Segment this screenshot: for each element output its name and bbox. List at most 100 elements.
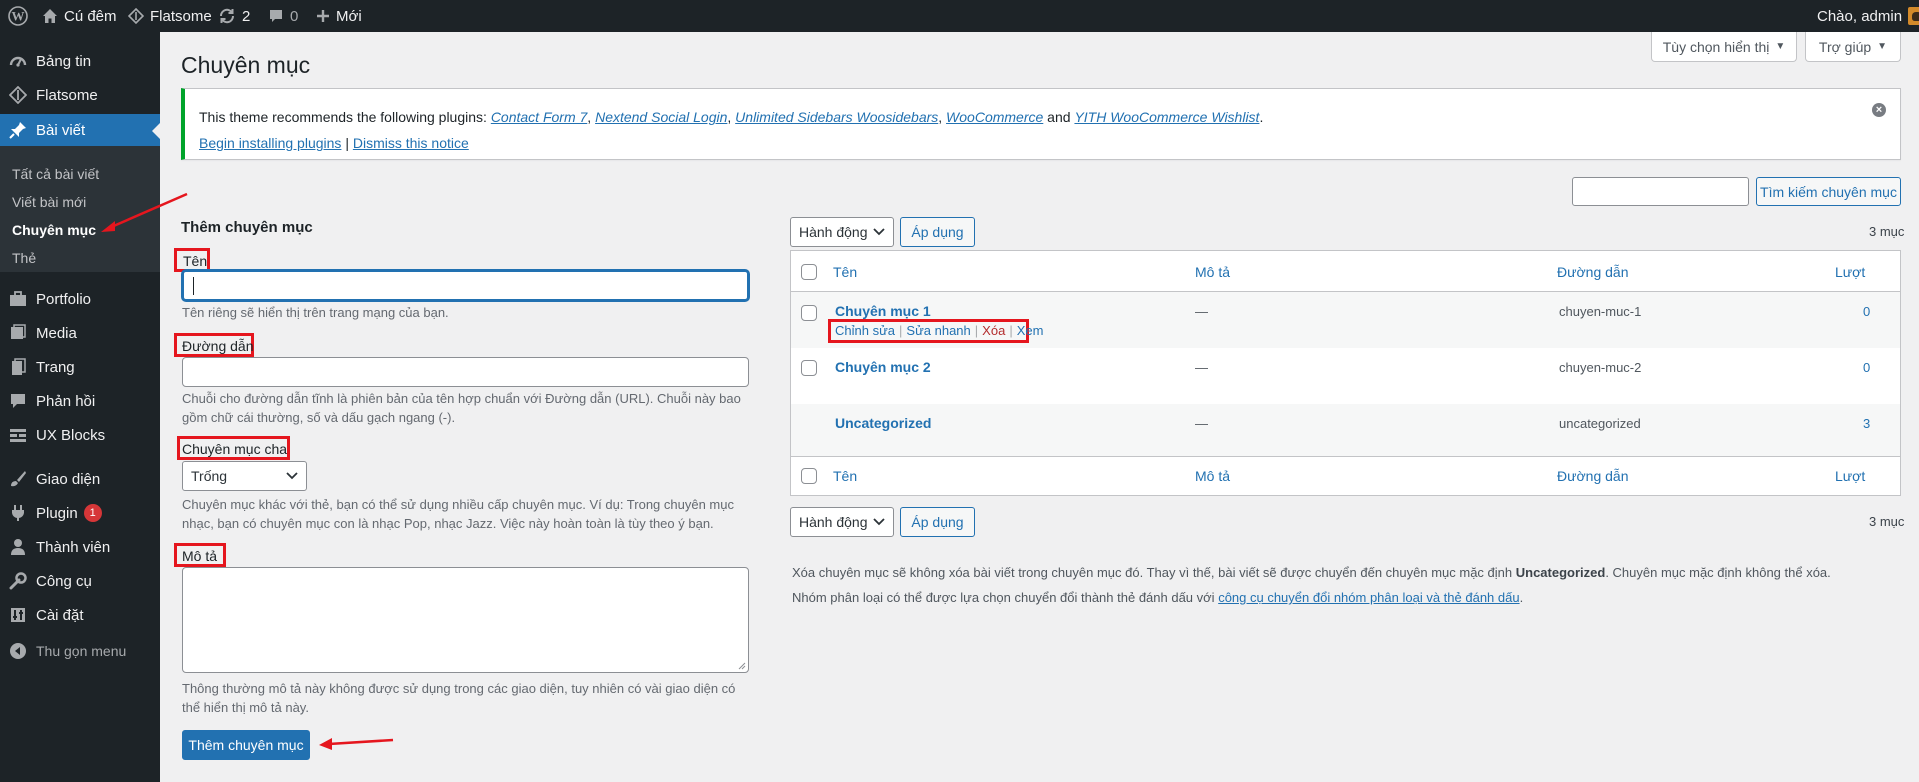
resize-handle-icon[interactable] xyxy=(738,662,746,670)
plugin-link[interactable]: Nextend Social Login xyxy=(595,109,727,125)
column-count[interactable]: Lượt xyxy=(1835,264,1865,280)
site-name-link[interactable]: Cú đêm xyxy=(42,0,117,32)
row-title-link[interactable]: Chuyên mục 2 xyxy=(835,359,931,375)
row-count-link[interactable]: 0 xyxy=(1863,360,1870,375)
search-categories-button[interactable]: Tìm kiếm chuyên mục xyxy=(1756,177,1901,206)
menu-pages[interactable]: Trang xyxy=(0,350,160,384)
annotation-arrow-submit xyxy=(319,738,394,750)
bulk-action-select-top[interactable]: Hành động xyxy=(790,217,894,247)
column-description[interactable]: Mô tả xyxy=(1195,264,1230,280)
plugin-notice: This theme recommends the following plug… xyxy=(181,88,1901,160)
edit-link[interactable]: Chỉnh sửa xyxy=(835,323,895,338)
updates-link[interactable]: 2 xyxy=(218,0,250,32)
column-slug[interactable]: Đường dẫn xyxy=(1557,468,1628,484)
avatar xyxy=(1908,7,1919,25)
comments-link[interactable]: 0 xyxy=(268,0,298,32)
screen-options-button[interactable]: Tùy chọn hiển thị ▼ xyxy=(1651,32,1797,62)
comment-icon xyxy=(11,394,25,408)
add-category-button[interactable]: Thêm chuyên mục xyxy=(182,730,310,760)
table-row: Chuyên mục 1 — chuyen-muc-1 0 Chỉnh sửa |… xyxy=(791,292,1900,348)
menu-flatsome[interactable]: Flatsome xyxy=(0,78,160,112)
menu-appearance[interactable]: Giao diện xyxy=(0,462,160,496)
plugin-link[interactable]: Unlimited Sidebars Woosidebars xyxy=(735,109,938,125)
site-name: Cú đêm xyxy=(64,7,117,25)
description-label: Mô tả xyxy=(182,548,218,564)
admin-sidebar: Bảng tin Flatsome Bài viết Tất cả bài vi… xyxy=(0,32,160,782)
portfolio-icon xyxy=(10,291,26,306)
row-checkbox[interactable] xyxy=(801,360,817,376)
select-all-checkbox[interactable] xyxy=(801,468,817,484)
row-checkbox[interactable] xyxy=(801,305,817,321)
bulk-action-value: Hành động xyxy=(799,224,868,240)
menu-dashboard[interactable]: Bảng tin xyxy=(0,44,160,78)
plugin-link[interactable]: WooCommerce xyxy=(946,109,1043,125)
row-title-link[interactable]: Uncategorized xyxy=(835,415,931,431)
new-content-link[interactable]: Mới xyxy=(316,0,362,32)
parent-description-1: Chuyên mục khác với thẻ, bạn có thể sử d… xyxy=(182,497,734,512)
apply-button-bottom[interactable]: Áp dụng xyxy=(900,507,975,537)
column-name[interactable]: Tên xyxy=(833,264,857,280)
menu-ux-blocks[interactable]: UX Blocks xyxy=(0,418,160,452)
menu-media[interactable]: Media xyxy=(0,316,160,350)
help-button[interactable]: Trợ giúp ▼ xyxy=(1805,32,1901,62)
collapse-menu-button[interactable]: Thu gọn menu xyxy=(0,634,160,668)
dismiss-notice-link[interactable]: Dismiss this notice xyxy=(353,135,469,151)
bulk-action-select-bottom[interactable]: Hành động xyxy=(790,507,894,537)
menu-users[interactable]: Thành viên xyxy=(0,530,160,564)
items-count-bottom: 3 mục xyxy=(1869,514,1905,529)
row-count-link[interactable]: 3 xyxy=(1863,416,1870,431)
row-title-link[interactable]: Chuyên mục 1 xyxy=(835,303,931,319)
slug-label: Đường dẫn xyxy=(182,338,254,354)
notice-sep: , xyxy=(938,109,947,125)
items-count-top: 3 mục xyxy=(1869,224,1905,239)
pin-icon xyxy=(9,122,26,139)
menu-comments[interactable]: Phản hồi xyxy=(0,384,160,418)
column-slug[interactable]: Đường dẫn xyxy=(1557,264,1628,280)
begin-installing-link[interactable]: Begin installing plugins xyxy=(199,135,341,151)
row-count-link[interactable]: 0 xyxy=(1863,304,1870,319)
quick-edit-link[interactable]: Sửa nhanh xyxy=(906,323,970,338)
parent-select[interactable]: Trống xyxy=(182,461,307,491)
form-heading: Thêm chuyên mục xyxy=(181,219,313,236)
menu-plugins[interactable]: Plugin 1 xyxy=(0,496,160,530)
page-title: Chuyên mục xyxy=(181,52,311,78)
description-textarea[interactable] xyxy=(182,567,749,673)
menu-posts[interactable]: Bài viết xyxy=(0,114,160,146)
column-name[interactable]: Tên xyxy=(833,468,857,484)
submenu-categories[interactable]: Chuyên mục xyxy=(12,222,96,238)
name-label: Tên xyxy=(183,253,208,269)
converter-link[interactable]: công cụ chuyển đổi nhóm phân loại và thẻ… xyxy=(1218,590,1519,605)
menu-settings[interactable]: Cài đặt xyxy=(0,598,160,632)
name-input[interactable] xyxy=(182,270,749,301)
apply-button-top[interactable]: Áp dụng xyxy=(900,217,975,247)
submenu-tags[interactable]: Thẻ xyxy=(12,250,36,266)
my-account-link[interactable]: Chào, admin xyxy=(1817,0,1919,32)
menu-portfolio[interactable]: Portfolio xyxy=(0,282,160,316)
notice-end: . xyxy=(1259,109,1264,125)
row-description: — xyxy=(1195,304,1208,319)
search-input[interactable] xyxy=(1572,177,1749,206)
brush-icon xyxy=(11,471,26,487)
table-row: Chuyên mục 2 — chuyen-muc-2 0 xyxy=(791,348,1900,404)
plugin-link[interactable]: Contact Form 7 xyxy=(491,109,587,125)
select-all-checkbox[interactable] xyxy=(801,264,817,280)
page-icon xyxy=(12,358,26,375)
column-count[interactable]: Lượt xyxy=(1835,468,1865,484)
menu-label: Công cụ xyxy=(36,572,92,590)
plugin-link[interactable]: YITH WooCommerce Wishlist xyxy=(1074,109,1259,125)
menu-tools[interactable]: Công cụ xyxy=(0,564,160,598)
greeting: Chào, admin xyxy=(1817,7,1903,25)
submenu-new-post[interactable]: Viết bài mới xyxy=(12,194,86,210)
updates-icon xyxy=(219,8,235,24)
close-icon[interactable]: × xyxy=(1872,103,1886,117)
plus-icon xyxy=(317,10,329,22)
submenu-all-posts[interactable]: Tất cả bài viết xyxy=(12,166,99,182)
column-description[interactable]: Mô tả xyxy=(1195,468,1230,484)
theme-link[interactable]: Flatsome xyxy=(128,0,212,32)
wordpress-logo-icon[interactable]: W xyxy=(8,0,28,32)
new-label: Mới xyxy=(336,7,362,25)
delete-link[interactable]: Xóa xyxy=(982,323,1005,338)
view-link[interactable]: Xem xyxy=(1017,323,1044,338)
slug-input[interactable] xyxy=(182,357,749,387)
screen-options-label: Tùy chọn hiển thị xyxy=(1662,38,1770,55)
